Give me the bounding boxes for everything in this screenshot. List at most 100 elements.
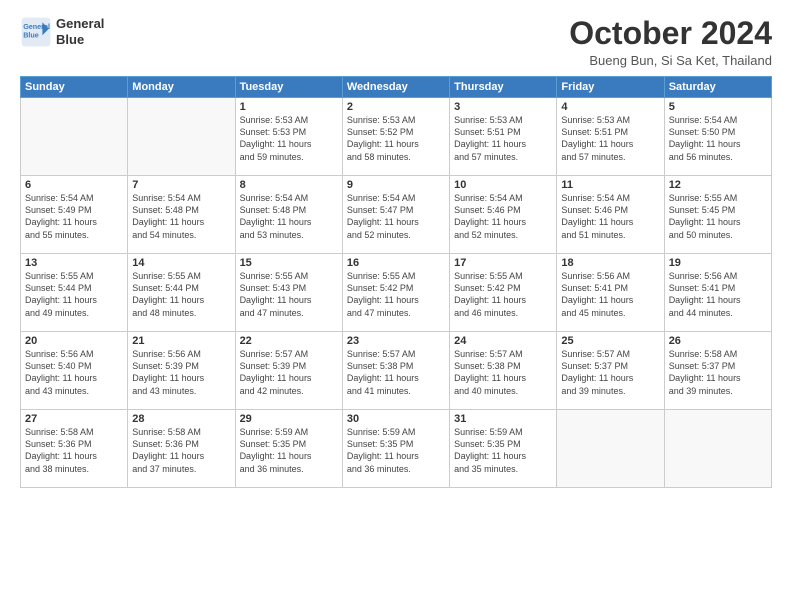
day-number: 3 — [454, 101, 552, 113]
day-info: Sunrise: 5:58 AM Sunset: 5:36 PM Dayligh… — [25, 426, 123, 475]
weekday-header: Sunday — [21, 77, 128, 98]
day-number: 16 — [347, 257, 445, 269]
day-number: 18 — [561, 257, 659, 269]
day-info: Sunrise: 5:55 AM Sunset: 5:44 PM Dayligh… — [132, 270, 230, 319]
calendar-table: SundayMondayTuesdayWednesdayThursdayFrid… — [20, 76, 772, 488]
calendar-cell: 19Sunrise: 5:56 AM Sunset: 5:41 PM Dayli… — [664, 254, 771, 332]
calendar-week-row: 20Sunrise: 5:56 AM Sunset: 5:40 PM Dayli… — [21, 332, 772, 410]
calendar-cell: 26Sunrise: 5:58 AM Sunset: 5:37 PM Dayli… — [664, 332, 771, 410]
calendar-cell: 8Sunrise: 5:54 AM Sunset: 5:48 PM Daylig… — [235, 176, 342, 254]
day-number: 9 — [347, 179, 445, 191]
calendar-cell: 25Sunrise: 5:57 AM Sunset: 5:37 PM Dayli… — [557, 332, 664, 410]
day-number: 4 — [561, 101, 659, 113]
calendar-cell: 31Sunrise: 5:59 AM Sunset: 5:35 PM Dayli… — [450, 410, 557, 488]
day-info: Sunrise: 5:53 AM Sunset: 5:52 PM Dayligh… — [347, 114, 445, 163]
calendar-cell: 9Sunrise: 5:54 AM Sunset: 5:47 PM Daylig… — [342, 176, 449, 254]
calendar-cell: 28Sunrise: 5:58 AM Sunset: 5:36 PM Dayli… — [128, 410, 235, 488]
day-number: 7 — [132, 179, 230, 191]
calendar-cell: 27Sunrise: 5:58 AM Sunset: 5:36 PM Dayli… — [21, 410, 128, 488]
day-info: Sunrise: 5:57 AM Sunset: 5:37 PM Dayligh… — [561, 348, 659, 397]
day-number: 8 — [240, 179, 338, 191]
calendar-cell: 18Sunrise: 5:56 AM Sunset: 5:41 PM Dayli… — [557, 254, 664, 332]
day-number: 22 — [240, 335, 338, 347]
calendar-cell: 13Sunrise: 5:55 AM Sunset: 5:44 PM Dayli… — [21, 254, 128, 332]
day-info: Sunrise: 5:56 AM Sunset: 5:41 PM Dayligh… — [669, 270, 767, 319]
weekday-header: Saturday — [664, 77, 771, 98]
weekday-header: Tuesday — [235, 77, 342, 98]
calendar-cell: 22Sunrise: 5:57 AM Sunset: 5:39 PM Dayli… — [235, 332, 342, 410]
calendar-cell: 29Sunrise: 5:59 AM Sunset: 5:35 PM Dayli… — [235, 410, 342, 488]
day-info: Sunrise: 5:53 AM Sunset: 5:53 PM Dayligh… — [240, 114, 338, 163]
svg-text:Blue: Blue — [23, 31, 39, 40]
calendar-cell: 17Sunrise: 5:55 AM Sunset: 5:42 PM Dayli… — [450, 254, 557, 332]
day-info: Sunrise: 5:58 AM Sunset: 5:37 PM Dayligh… — [669, 348, 767, 397]
day-number: 10 — [454, 179, 552, 191]
day-info: Sunrise: 5:59 AM Sunset: 5:35 PM Dayligh… — [347, 426, 445, 475]
calendar-cell: 20Sunrise: 5:56 AM Sunset: 5:40 PM Dayli… — [21, 332, 128, 410]
day-number: 23 — [347, 335, 445, 347]
calendar-week-row: 1Sunrise: 5:53 AM Sunset: 5:53 PM Daylig… — [21, 98, 772, 176]
day-number: 31 — [454, 413, 552, 425]
day-info: Sunrise: 5:59 AM Sunset: 5:35 PM Dayligh… — [240, 426, 338, 475]
day-info: Sunrise: 5:54 AM Sunset: 5:49 PM Dayligh… — [25, 192, 123, 241]
day-info: Sunrise: 5:56 AM Sunset: 5:39 PM Dayligh… — [132, 348, 230, 397]
day-info: Sunrise: 5:57 AM Sunset: 5:39 PM Dayligh… — [240, 348, 338, 397]
calendar-cell: 1Sunrise: 5:53 AM Sunset: 5:53 PM Daylig… — [235, 98, 342, 176]
calendar-cell: 21Sunrise: 5:56 AM Sunset: 5:39 PM Dayli… — [128, 332, 235, 410]
day-number: 17 — [454, 257, 552, 269]
day-info: Sunrise: 5:55 AM Sunset: 5:44 PM Dayligh… — [25, 270, 123, 319]
day-info: Sunrise: 5:55 AM Sunset: 5:45 PM Dayligh… — [669, 192, 767, 241]
day-info: Sunrise: 5:56 AM Sunset: 5:41 PM Dayligh… — [561, 270, 659, 319]
day-number: 19 — [669, 257, 767, 269]
day-number: 30 — [347, 413, 445, 425]
day-info: Sunrise: 5:55 AM Sunset: 5:42 PM Dayligh… — [454, 270, 552, 319]
calendar-cell: 23Sunrise: 5:57 AM Sunset: 5:38 PM Dayli… — [342, 332, 449, 410]
day-number: 21 — [132, 335, 230, 347]
day-info: Sunrise: 5:53 AM Sunset: 5:51 PM Dayligh… — [561, 114, 659, 163]
subtitle: Bueng Bun, Si Sa Ket, Thailand — [569, 53, 772, 68]
calendar-cell: 7Sunrise: 5:54 AM Sunset: 5:48 PM Daylig… — [128, 176, 235, 254]
calendar-week-row: 27Sunrise: 5:58 AM Sunset: 5:36 PM Dayli… — [21, 410, 772, 488]
day-number: 26 — [669, 335, 767, 347]
weekday-header: Monday — [128, 77, 235, 98]
calendar-cell — [128, 98, 235, 176]
calendar-cell: 3Sunrise: 5:53 AM Sunset: 5:51 PM Daylig… — [450, 98, 557, 176]
header: General Blue General Blue October 2024 B… — [20, 16, 772, 68]
logo-text: General Blue — [56, 16, 104, 47]
day-info: Sunrise: 5:54 AM Sunset: 5:50 PM Dayligh… — [669, 114, 767, 163]
title-block: October 2024 Bueng Bun, Si Sa Ket, Thail… — [569, 16, 772, 68]
day-info: Sunrise: 5:54 AM Sunset: 5:47 PM Dayligh… — [347, 192, 445, 241]
day-info: Sunrise: 5:55 AM Sunset: 5:43 PM Dayligh… — [240, 270, 338, 319]
day-info: Sunrise: 5:57 AM Sunset: 5:38 PM Dayligh… — [347, 348, 445, 397]
day-info: Sunrise: 5:53 AM Sunset: 5:51 PM Dayligh… — [454, 114, 552, 163]
calendar-cell: 12Sunrise: 5:55 AM Sunset: 5:45 PM Dayli… — [664, 176, 771, 254]
calendar-cell: 11Sunrise: 5:54 AM Sunset: 5:46 PM Dayli… — [557, 176, 664, 254]
month-title: October 2024 — [569, 16, 772, 51]
page: General Blue General Blue October 2024 B… — [0, 0, 792, 612]
calendar-cell: 15Sunrise: 5:55 AM Sunset: 5:43 PM Dayli… — [235, 254, 342, 332]
calendar-header-row: SundayMondayTuesdayWednesdayThursdayFrid… — [21, 77, 772, 98]
day-number: 2 — [347, 101, 445, 113]
calendar-cell — [557, 410, 664, 488]
calendar-cell — [664, 410, 771, 488]
calendar-cell: 4Sunrise: 5:53 AM Sunset: 5:51 PM Daylig… — [557, 98, 664, 176]
weekday-header: Friday — [557, 77, 664, 98]
day-number: 5 — [669, 101, 767, 113]
calendar-week-row: 13Sunrise: 5:55 AM Sunset: 5:44 PM Dayli… — [21, 254, 772, 332]
day-info: Sunrise: 5:57 AM Sunset: 5:38 PM Dayligh… — [454, 348, 552, 397]
day-number: 11 — [561, 179, 659, 191]
day-number: 1 — [240, 101, 338, 113]
weekday-header: Wednesday — [342, 77, 449, 98]
calendar-cell: 16Sunrise: 5:55 AM Sunset: 5:42 PM Dayli… — [342, 254, 449, 332]
day-number: 15 — [240, 257, 338, 269]
calendar-cell: 30Sunrise: 5:59 AM Sunset: 5:35 PM Dayli… — [342, 410, 449, 488]
calendar-week-row: 6Sunrise: 5:54 AM Sunset: 5:49 PM Daylig… — [21, 176, 772, 254]
day-info: Sunrise: 5:54 AM Sunset: 5:46 PM Dayligh… — [454, 192, 552, 241]
day-info: Sunrise: 5:54 AM Sunset: 5:48 PM Dayligh… — [240, 192, 338, 241]
day-number: 20 — [25, 335, 123, 347]
calendar-cell — [21, 98, 128, 176]
calendar-cell: 10Sunrise: 5:54 AM Sunset: 5:46 PM Dayli… — [450, 176, 557, 254]
day-number: 14 — [132, 257, 230, 269]
day-number: 29 — [240, 413, 338, 425]
calendar-cell: 24Sunrise: 5:57 AM Sunset: 5:38 PM Dayli… — [450, 332, 557, 410]
